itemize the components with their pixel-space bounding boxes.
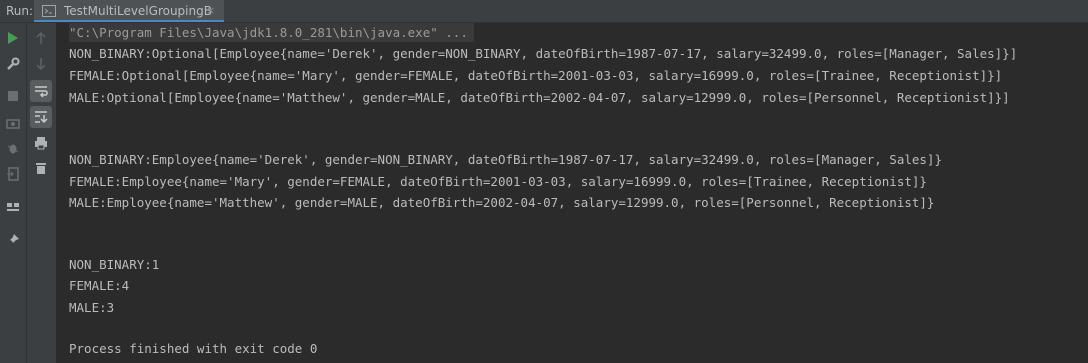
soft-wrap-icon[interactable] [30, 80, 52, 102]
command-line: "C:\Program Files\Java\jdk1.8.0_281\bin\… [69, 23, 474, 42]
console-output[interactable]: "C:\Program Files\Java\jdk1.8.0_281\bin\… [57, 23, 1088, 363]
exit-message: Process finished with exit code 0 [69, 341, 318, 356]
console-line: FEMALE:Employee{name='Mary', gender=FEMA… [69, 174, 927, 189]
wrench-icon[interactable] [2, 53, 24, 75]
console-line: MALE:3 [69, 300, 115, 315]
console-line: NON_BINARY:Optional[Employee{name='Derek… [69, 46, 1018, 61]
console-line: FEMALE:Optional[Employee{name='Mary', ge… [69, 68, 1003, 83]
console-line: MALE:Optional[Employee{name='Matthew', g… [69, 90, 1010, 105]
bug-icon[interactable] [2, 137, 24, 159]
console-line: NON_BINARY:Employee{name='Derek', gender… [69, 152, 942, 167]
run-icon[interactable] [2, 27, 24, 49]
trash-icon[interactable] [30, 157, 52, 179]
tab-label: TestMultiLevelGroupingB [64, 4, 212, 18]
up-arrow-icon[interactable] [30, 27, 52, 49]
layout-icon[interactable] [2, 196, 24, 218]
pin-icon[interactable] [2, 229, 24, 251]
scroll-to-end-icon[interactable] [30, 106, 52, 128]
exit-icon[interactable] [2, 163, 24, 185]
camera-icon[interactable] [2, 112, 24, 134]
run-toolwindow-header: Run: TestMultiLevelGroupingB × [0, 0, 1088, 23]
console-line: NON_BINARY:1 [69, 257, 160, 272]
console-line: FEMALE:4 [69, 278, 130, 293]
print-icon[interactable] [30, 132, 52, 154]
terminal-icon [42, 5, 56, 20]
close-icon[interactable]: × [206, 4, 215, 17]
stop-icon[interactable] [2, 85, 24, 107]
run-toolbar-left [0, 23, 27, 363]
run-tab[interactable]: TestMultiLevelGroupingB × [34, 0, 224, 22]
run-toolbar-right [27, 23, 57, 363]
run-label: Run: [6, 4, 34, 18]
down-arrow-icon[interactable] [30, 53, 52, 75]
console-line: MALE:Employee{name='Matthew', gender=MAL… [69, 195, 935, 210]
